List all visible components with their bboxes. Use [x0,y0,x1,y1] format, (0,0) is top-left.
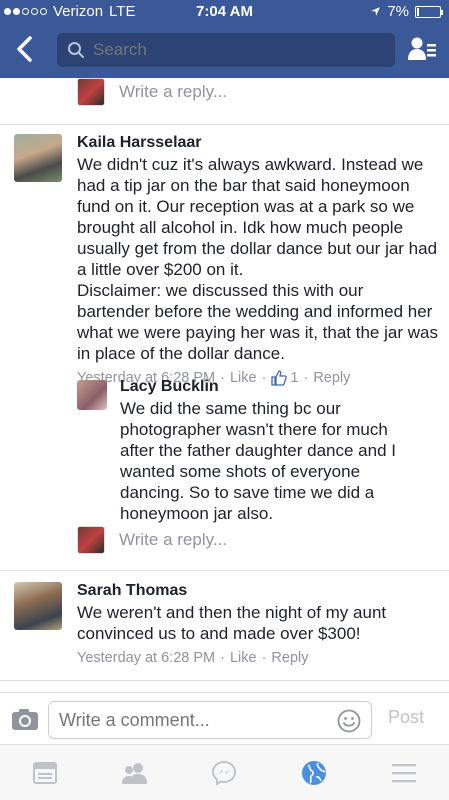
divider [0,680,449,681]
tab-friends[interactable] [115,753,155,793]
friends-list-icon [408,37,436,60]
post-button[interactable]: Post [388,707,424,728]
battery-percent: 7% [387,3,409,20]
status-right: 7% [370,3,443,20]
comment-timestamp[interactable]: Yesterday at 6:28 PM [77,650,215,666]
news-feed-icon [32,761,57,784]
friends-icon [121,762,147,784]
reply-composer-top[interactable]: Write a reply... [77,78,227,106]
globe-icon [302,760,327,785]
reply-prompt[interactable]: Write a reply... [119,82,227,102]
search-input[interactable] [93,40,383,60]
search-bar[interactable] [57,33,395,67]
tab-messenger[interactable] [204,753,244,793]
messenger-icon [212,760,237,786]
search-icon [68,42,84,58]
comment-author[interactable]: Lacy Bucklin [120,378,420,396]
back-button[interactable] [14,34,44,64]
avatar[interactable] [14,582,62,630]
comment-text: We weren't and then the night of my aunt… [77,603,387,643]
friends-list-button[interactable] [407,34,437,64]
divider [0,570,449,571]
nav-bar [0,24,449,78]
tab-notifications[interactable] [294,753,334,793]
camera-icon[interactable] [11,707,39,731]
comment-meta: Yesterday at 6:28 PM · Like · Reply [77,650,309,666]
avatar[interactable] [14,134,62,182]
avatar [77,78,105,106]
tab-news-feed[interactable] [25,753,65,793]
comments-thread: Write a reply... Kaila Harsselaar We did… [0,78,449,692]
back-chevron-icon [17,36,32,62]
comment-input[interactable] [59,709,329,731]
menu-icon [392,763,417,782]
comment-author[interactable]: Kaila Harsselaar [77,134,439,152]
smiley-icon[interactable] [337,709,361,733]
location-arrow-icon [371,7,381,16]
app-header: Verizon LTE 7:04 AM 7% [0,0,449,78]
reply-prompt[interactable]: Write a reply... [119,530,227,550]
avatar[interactable] [77,380,107,410]
comment-field[interactable] [48,701,372,739]
reply-composer-nested[interactable]: Write a reply... [77,526,227,554]
tab-bar [0,744,449,800]
comment-author[interactable]: Sarah Thomas [77,582,439,600]
comment-text: We did the same thing bc our photographe… [120,399,396,523]
comment-composer: Post [0,692,449,744]
reply-link[interactable]: Reply [271,650,308,666]
like-link[interactable]: Like [230,650,257,666]
comment-text: We didn't cuz it's always awkward. Inste… [77,154,439,364]
tab-menu[interactable] [384,753,424,793]
comment-text-content: We didn't cuz it's always awkward. Inste… [77,155,438,363]
avatar [77,526,105,554]
status-bar: Verizon LTE 7:04 AM 7% [0,0,449,24]
divider [0,124,449,125]
battery-icon [415,5,443,18]
battery-level-fill [417,7,419,16]
